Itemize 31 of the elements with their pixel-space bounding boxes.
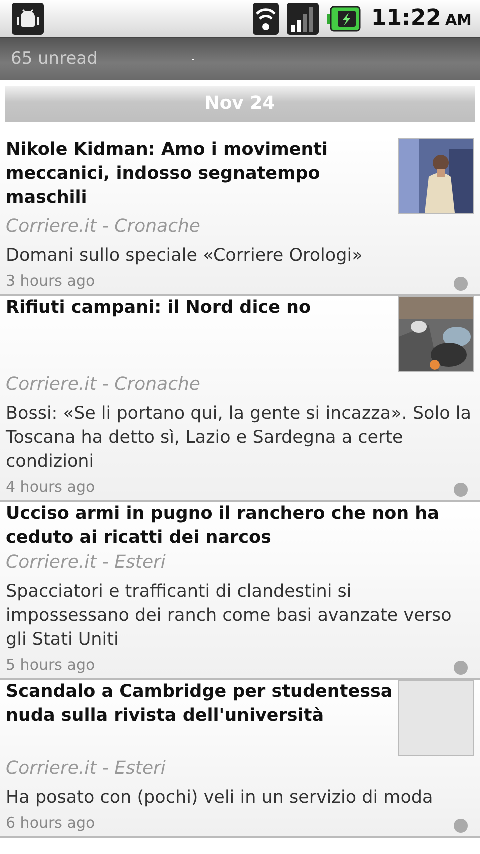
article-summary: Domani sullo speciale «Corriere Orologi» xyxy=(6,245,364,268)
unread-count: 65 unread xyxy=(11,49,98,69)
status-dot-icon xyxy=(454,819,468,833)
battery-charging-icon xyxy=(327,6,362,32)
article-time: 5 hours ago xyxy=(6,656,96,674)
date-header: Nov 24 xyxy=(5,86,475,122)
article-title: Nikole Kidman: Amo i movimenti meccanici, indosso segnatempo maschili xyxy=(6,139,330,210)
clock: 11:22 AM xyxy=(371,6,472,31)
article-source: Corriere.it - Esteri xyxy=(6,757,167,781)
article-summary: Bossi: «Se li portano qui, la gente si incazza». Solo la Toscana ha detto sì, Lazio e Sardegna a certe condizioni xyxy=(6,403,472,474)
article-time: 6 hours ago xyxy=(6,814,96,832)
article-source: Corriere.it - Cronache xyxy=(6,373,202,397)
android-icon xyxy=(12,2,44,34)
article-source: Corriere.it - Cronache xyxy=(6,215,202,239)
status-dot-icon xyxy=(454,661,468,675)
article-item[interactable]: Scandalo a Cambridge per studentessa nuda sulla rivista dell'università Corriere.it - Esteri Ha posato con (pochi) veli in un servizio di moda 6 hours ago xyxy=(0,680,480,838)
article-time: 4 hours ago xyxy=(6,478,96,496)
article-item[interactable]: Nikole Kidman: Amo i movimenti meccanici, indosso segnatempo maschili Corriere.it - Cronache Domani sullo speciale «Corriere Orologi» 3 hours ago xyxy=(0,138,480,296)
article-title: Ucciso armi in pugno il ranchero che non ha ceduto ai ricatti dei narcos xyxy=(6,503,440,550)
wifi-icon xyxy=(253,2,280,34)
signal-icon xyxy=(287,2,320,34)
article-summary: Ha posato con (pochi) veli in un servizio di moda xyxy=(6,787,434,810)
status-dot-icon xyxy=(454,483,468,497)
article-item[interactable]: Rifiuti campani: il Nord dice no Corriere.it - Cronache Bossi: «Se li portano qui, la gente si incazza». Solo la Toscana ha detto sì, Lazio e Sardegna a certe condizioni 4 hours ago xyxy=(0,296,480,502)
separator-text: - xyxy=(192,54,195,64)
article-summary: Spacciatori e trafficanti di clandestini si impossessano dei ranch come basi avanzate verso gli Stati Uniti xyxy=(6,581,453,652)
article-title: Scandalo a Cambridge per studentessa nuda sulla rivista dell'università xyxy=(6,681,394,728)
status-dot-icon xyxy=(454,277,468,291)
article-time: 3 hours ago xyxy=(6,272,96,290)
article-title: Rifiuti campani: il Nord dice no xyxy=(6,297,312,320)
article-source: Corriere.it - Esteri xyxy=(6,551,167,575)
